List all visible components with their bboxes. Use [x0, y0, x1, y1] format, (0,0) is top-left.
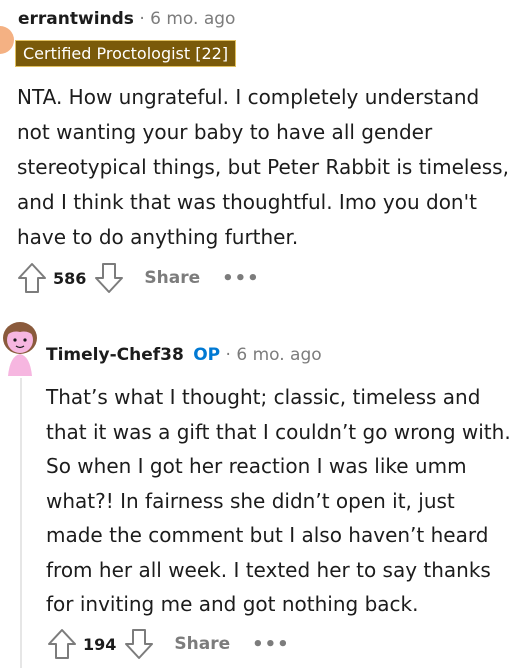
upvote-icon[interactable] — [15, 260, 49, 296]
share-button[interactable]: Share — [174, 634, 230, 654]
vote-count: 194 — [83, 634, 117, 654]
author-name[interactable]: errantwinds — [18, 9, 134, 29]
upvote-icon[interactable] — [45, 626, 79, 662]
timestamp[interactable]: 6 mo. ago — [236, 345, 321, 365]
share-button[interactable]: Share — [144, 268, 200, 288]
downvote-icon[interactable] — [92, 260, 126, 296]
avatar-icon[interactable] — [0, 318, 40, 376]
author-name[interactable]: Timely-Chef38 — [46, 345, 184, 365]
user-flair: Certified Proctologist [22] — [15, 40, 237, 67]
comment-actions: 194 Share ••• — [45, 626, 290, 662]
more-options-button[interactable]: ••• — [222, 268, 260, 289]
more-options-button[interactable]: ••• — [252, 634, 290, 655]
avatar[interactable] — [0, 26, 14, 54]
comment-meta: Timely-Chef38 OP · 6 mo. ago — [46, 345, 322, 365]
comment-body: That’s what I thought; classic, timeless… — [46, 385, 511, 616]
thread-line[interactable] — [20, 378, 22, 668]
vote-count: 586 — [53, 268, 87, 288]
comment-actions: 586 Share ••• — [15, 260, 260, 296]
meta-separator: · — [225, 345, 231, 365]
comment-body: NTA. How ungrateful. I completely unders… — [17, 85, 509, 249]
comment-meta: errantwinds · 6 mo. ago — [18, 9, 235, 29]
downvote-icon[interactable] — [122, 626, 156, 662]
op-badge: OP — [193, 345, 221, 365]
timestamp[interactable]: 6 mo. ago — [150, 9, 235, 29]
meta-separator: · — [139, 9, 145, 29]
